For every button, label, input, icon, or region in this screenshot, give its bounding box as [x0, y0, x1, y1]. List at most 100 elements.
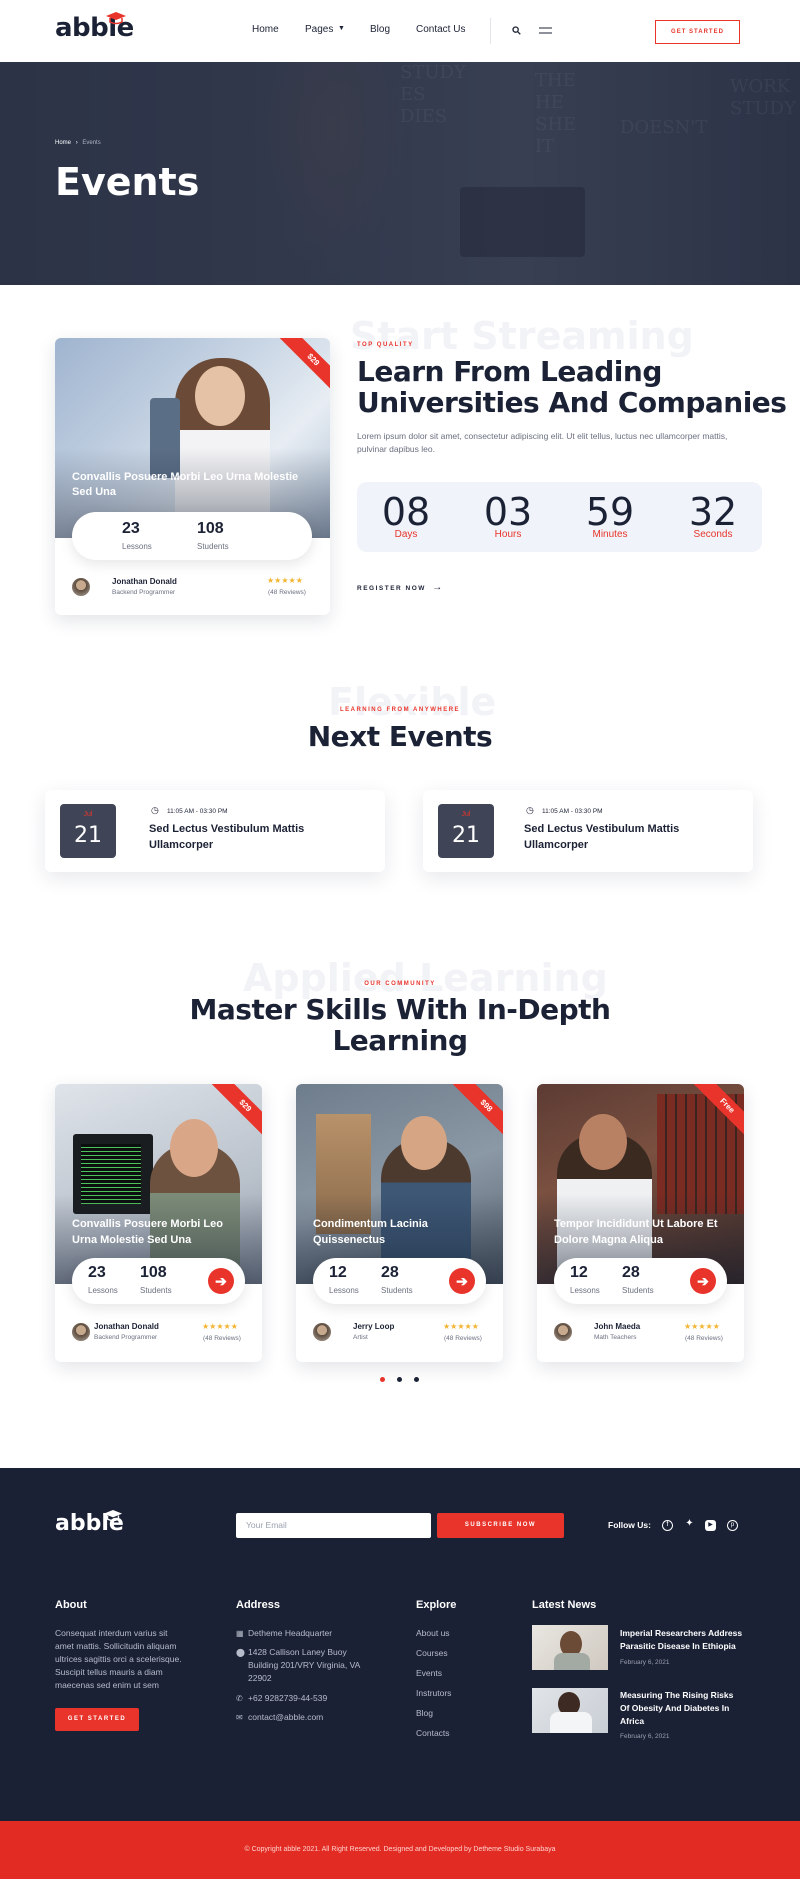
author-role: Backend Programmer: [94, 1334, 158, 1341]
section-title: Next Events: [307, 720, 493, 753]
section-eyebrow: OUR COMMUNITY: [364, 981, 436, 987]
youtube-icon[interactable]: ▶: [705, 1520, 716, 1531]
course-card[interactable]: Free Tempor Incididunt Ut Labore Et Dolo…: [537, 1084, 744, 1362]
lessons-label: Lessons: [122, 542, 152, 551]
follow-label: Follow Us:: [608, 1520, 651, 1530]
graduation-cap-icon: [106, 12, 126, 25]
search-icon[interactable]: [512, 26, 521, 35]
course-title-line2[interactable]: Quissenectus: [313, 1233, 385, 1248]
price-ribbon: $29: [211, 1084, 262, 1140]
about-text-line: Consequat interdum varius sit: [55, 1628, 168, 1638]
arrow-right-icon[interactable]: ➔: [208, 1268, 234, 1294]
news-title-line1[interactable]: Imperial Researchers Address: [620, 1627, 742, 1640]
nav-home[interactable]: Home: [252, 24, 279, 35]
event-title-line1[interactable]: Sed Lectus Vestibulum Mattis: [524, 822, 679, 837]
news-thumbnail[interactable]: [532, 1688, 608, 1733]
footer-link-events[interactable]: Events: [416, 1668, 442, 1678]
pinterest-icon[interactable]: p: [727, 1520, 738, 1531]
course-stats: 23 Lessons 108 Students: [72, 512, 312, 560]
course-image: $29 Convallis Posuere Morbi Leo Urna Mol…: [55, 338, 330, 538]
menu-icon[interactable]: [539, 27, 552, 34]
about-heading: About: [55, 1599, 87, 1611]
section-title-line1: Master Skills With In-Depth: [189, 993, 611, 1026]
nav-blog[interactable]: Blog: [370, 24, 390, 35]
address-line1: 1428 Callison Laney Buoy: [248, 1647, 347, 1657]
event-title-line2[interactable]: Ullamcorper: [149, 838, 213, 853]
face: [579, 1114, 627, 1170]
review-count: (48 Reviews): [685, 1335, 723, 1342]
face: [170, 1119, 218, 1177]
ghost-heading: Start Streaming: [350, 314, 694, 358]
featured-course-card[interactable]: $29 Convallis Posuere Morbi Leo Urna Mol…: [55, 338, 330, 615]
caret-down-icon: ▼: [338, 25, 345, 32]
footer-logo[interactable]: abble: [55, 1510, 124, 1536]
register-now-link[interactable]: REGISTER NOW →: [357, 582, 444, 593]
footer-get-started-button[interactable]: GET STARTED: [55, 1708, 139, 1731]
course-stats: 12 Lessons 28 Students ➔: [554, 1258, 727, 1304]
breadcrumb-home[interactable]: Home: [55, 140, 71, 146]
contact-email[interactable]: contact@abble.com: [248, 1711, 323, 1724]
news-title-line2[interactable]: Of Obesity And Diabetes In: [620, 1702, 729, 1715]
event-card[interactable]: Jul 21 ◷ 11:05 AM - 03:30 PM Sed Lectus …: [423, 790, 753, 872]
email-input[interactable]: Your Email: [236, 1513, 431, 1538]
author-name[interactable]: Jerry Loop: [353, 1322, 394, 1331]
course-stats: 12 Lessons 28 Students ➔: [313, 1258, 486, 1304]
event-month: Jul: [83, 811, 93, 818]
course-title-line2[interactable]: Urna Molestie Sed Una: [72, 1233, 191, 1248]
footer-link-courses[interactable]: Courses: [416, 1648, 448, 1658]
news-title-line1[interactable]: Measuring The Rising Risks: [620, 1689, 733, 1702]
nav-pages[interactable]: Pages: [305, 24, 333, 35]
course-card[interactable]: $98 Condimentum Lacinia Quissenectus 12 …: [296, 1084, 503, 1362]
arrow-right-icon[interactable]: ➔: [449, 1268, 475, 1294]
course-title-line2[interactable]: Dolore Magna Aliqua: [554, 1233, 663, 1248]
course-title-line1[interactable]: Condimentum Lacinia: [313, 1217, 428, 1232]
arrow-right-icon[interactable]: ➔: [690, 1268, 716, 1294]
author-name[interactable]: John Maeda: [594, 1322, 640, 1331]
footer-link-contacts[interactable]: Contacts: [416, 1728, 450, 1738]
event-card[interactable]: Jul 21 ◷ 11:05 AM - 03:30 PM Sed Lectus …: [45, 790, 385, 872]
students-label: Students: [381, 1286, 413, 1295]
footer-link-blog[interactable]: Blog: [416, 1708, 433, 1718]
countdown-hours-label: Hours: [494, 529, 522, 540]
phone-number[interactable]: +62 9282739-44-539: [248, 1692, 327, 1705]
rating-stars: ★★★★★: [684, 1322, 720, 1331]
course-card[interactable]: $29 Convallis Posuere Morbi Leo Urna Mol…: [55, 1084, 262, 1362]
carousel-dot[interactable]: [397, 1377, 402, 1382]
author-name[interactable]: Jonathan Donald: [112, 577, 177, 586]
clock-icon: ◷: [526, 805, 534, 815]
logo[interactable]: abble: [55, 12, 134, 43]
subscribe-button[interactable]: SUBSCRIBE NOW: [437, 1513, 564, 1538]
event-title-line2[interactable]: Ullamcorper: [524, 838, 588, 853]
section-title-line2: Learning: [332, 1024, 468, 1057]
footer-link-about[interactable]: About us: [416, 1628, 450, 1638]
ghost-heading: Flexible: [328, 680, 497, 724]
get-started-button[interactable]: GET STARTED: [655, 20, 740, 44]
address-line2: Building 201/VRY Virginia, VA: [248, 1660, 361, 1670]
course-title-line1[interactable]: Convallis Posuere Morbi Leo: [72, 1217, 223, 1232]
course-stats: 23 Lessons 108 Students ➔: [72, 1258, 245, 1304]
event-time: 11:05 AM - 03:30 PM: [167, 808, 228, 815]
news-title-line3[interactable]: Africa: [620, 1715, 644, 1728]
news-title-line2[interactable]: Parasitic Disease In Ethiopia: [620, 1640, 736, 1653]
event-time: 11:05 AM - 03:30 PM: [542, 808, 603, 815]
avatar: [554, 1323, 572, 1341]
countdown-days-label: Days: [394, 529, 418, 540]
review-count: (48 Reviews): [268, 589, 306, 596]
students-count: 28: [622, 1264, 640, 1281]
twitter-icon[interactable]: ✦: [684, 1519, 695, 1531]
students-count: 108: [197, 520, 224, 537]
author-name[interactable]: Jonathan Donald: [94, 1322, 159, 1331]
footer-link-instructors[interactable]: Instrutors: [416, 1688, 451, 1698]
facebook-icon[interactable]: f: [662, 1520, 673, 1531]
news-thumbnail[interactable]: [532, 1625, 608, 1670]
event-title-line1[interactable]: Sed Lectus Vestibulum Mattis: [149, 822, 304, 837]
course-title[interactable]: Convallis Posuere Morbi Leo Urna Molesti…: [72, 470, 312, 500]
section-title-line1: Learn From Leading: [357, 355, 662, 388]
students-count: 108: [140, 1264, 167, 1281]
review-count: (48 Reviews): [444, 1335, 482, 1342]
carousel-dot[interactable]: [414, 1377, 419, 1382]
nav-contact[interactable]: Contact Us: [416, 24, 465, 35]
carousel-dot-active[interactable]: [380, 1377, 385, 1382]
course-title-line1[interactable]: Tempor Incididunt Ut Labore Et: [554, 1217, 718, 1232]
students-label: Students: [197, 542, 229, 551]
